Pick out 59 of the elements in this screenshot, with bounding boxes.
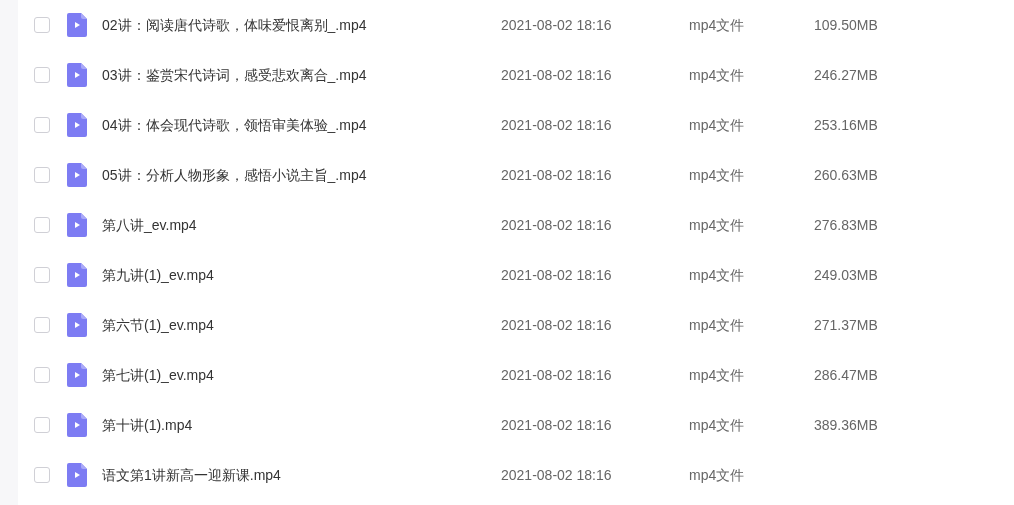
file-type: mp4文件 — [689, 115, 746, 135]
file-type: mp4文件 — [689, 415, 746, 435]
checkbox[interactable] — [34, 67, 50, 83]
modified-date: 2021-08-02 18:16 — [501, 265, 613, 285]
modified-date: 2021-08-02 18:16 — [501, 115, 613, 135]
checkbox[interactable] — [34, 417, 50, 433]
file-name[interactable]: 第十讲(1).mp4 — [102, 414, 501, 436]
file-type: mp4文件 — [689, 15, 746, 35]
video-file-icon — [67, 213, 87, 237]
modified-date: 2021-08-02 18:16 — [501, 465, 613, 485]
checkbox[interactable] — [34, 217, 50, 233]
checkbox[interactable] — [34, 367, 50, 383]
file-type: mp4文件 — [689, 265, 746, 285]
file-size: 249.03MB — [814, 265, 878, 285]
checkbox[interactable] — [34, 467, 50, 483]
file-type: mp4文件 — [689, 65, 746, 85]
file-type: mp4文件 — [689, 365, 746, 385]
file-name[interactable]: 04讲：体会现代诗歌，领悟审美体验_.mp4 — [102, 114, 501, 136]
file-size: 271.37MB — [814, 315, 878, 335]
file-size: 246.27MB — [814, 65, 878, 85]
file-type: mp4文件 — [689, 465, 746, 485]
checkbox[interactable] — [34, 317, 50, 333]
checkbox[interactable] — [34, 117, 50, 133]
checkbox[interactable] — [34, 267, 50, 283]
modified-date: 2021-08-02 18:16 — [501, 65, 613, 85]
video-file-icon — [67, 63, 87, 87]
checkbox[interactable] — [34, 17, 50, 33]
file-name[interactable]: 05讲：分析人物形象，感悟小说主旨_.mp4 — [102, 164, 501, 186]
video-file-icon — [67, 113, 87, 137]
file-name[interactable]: 第九讲(1)_ev.mp4 — [102, 264, 501, 286]
checkbox[interactable] — [34, 167, 50, 183]
file-type: mp4文件 — [689, 315, 746, 335]
video-file-icon — [67, 13, 87, 37]
video-file-icon — [67, 363, 87, 387]
file-name[interactable]: 02讲：阅读唐代诗歌，体味爱恨离别_.mp4 — [102, 14, 501, 36]
video-file-icon — [67, 313, 87, 337]
video-file-icon — [67, 163, 87, 187]
file-size: 286.47MB — [814, 365, 878, 385]
file-name[interactable]: 语文第1讲新高一迎新课.mp4 — [102, 464, 501, 486]
file-name[interactable]: 第七讲(1)_ev.mp4 — [102, 364, 501, 386]
file-name[interactable]: 03讲：鉴赏宋代诗词，感受悲欢离合_.mp4 — [102, 64, 501, 86]
modified-date: 2021-08-02 18:16 — [501, 415, 613, 435]
file-type: mp4文件 — [689, 165, 746, 185]
file-size: 276.83MB — [814, 215, 878, 235]
video-file-icon — [67, 263, 87, 287]
video-file-icon — [67, 413, 87, 437]
file-size: 109.50MB — [814, 15, 878, 35]
file-size: 389.36MB — [814, 415, 878, 435]
file-name[interactable]: 第八讲_ev.mp4 — [102, 214, 501, 236]
file-name[interactable]: 第六节(1)_ev.mp4 — [102, 314, 501, 336]
modified-date: 2021-08-02 18:16 — [501, 15, 613, 35]
modified-date: 2021-08-02 18:16 — [501, 215, 613, 235]
video-file-icon — [67, 463, 87, 487]
file-size: 260.63MB — [814, 165, 878, 185]
modified-date: 2021-08-02 18:16 — [501, 365, 613, 385]
file-size: 253.16MB — [814, 115, 878, 135]
modified-date: 2021-08-02 18:16 — [501, 315, 613, 335]
file-type: mp4文件 — [689, 215, 746, 235]
modified-date: 2021-08-02 18:16 — [501, 165, 613, 185]
